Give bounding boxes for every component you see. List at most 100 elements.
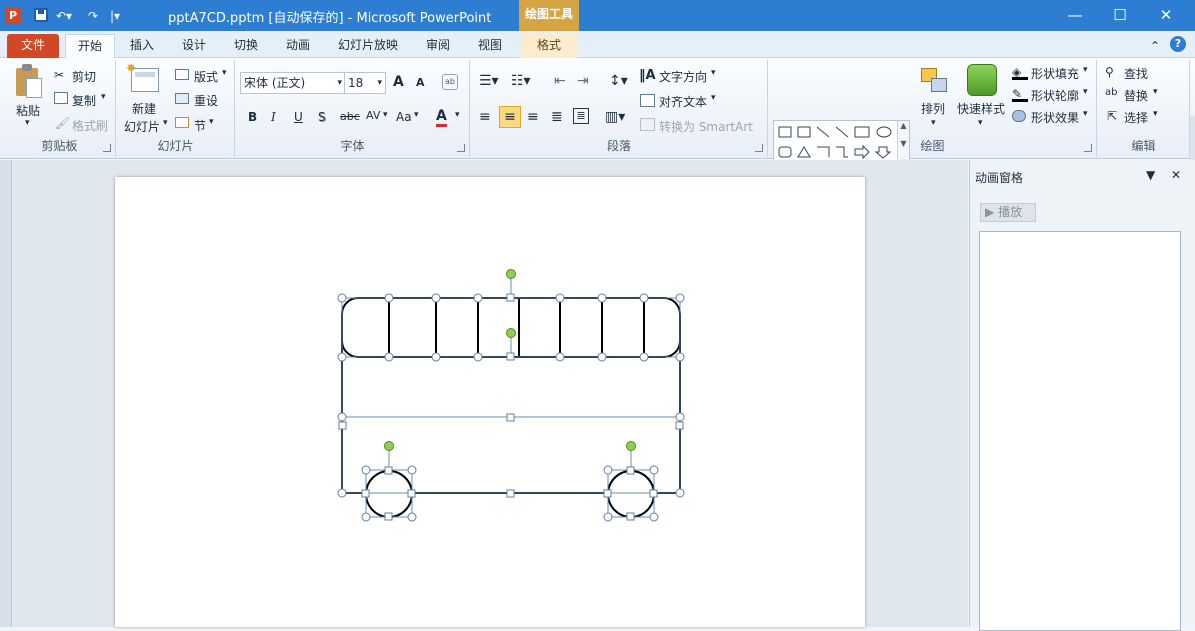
pane-options-icon[interactable]: ▼	[1146, 168, 1155, 182]
arrange-button[interactable]: 排列	[921, 100, 945, 117]
find-button[interactable]: 查找	[1124, 65, 1148, 82]
select-button[interactable]: 选择	[1124, 109, 1148, 126]
paste-dropdown[interactable]: ▾	[25, 118, 30, 128]
text-direction-dropdown[interactable]: ▾	[711, 68, 716, 78]
decrease-indent-icon[interactable]: ⇤	[554, 74, 566, 88]
section-dropdown[interactable]: ▾	[209, 117, 214, 127]
format-painter-button[interactable]: 格式刷	[72, 117, 108, 134]
pane-close-icon[interactable]: ✕	[1171, 168, 1181, 182]
tab-slideshow[interactable]: 幻灯片放映	[332, 34, 404, 58]
new-slide-label-1[interactable]: 新建	[132, 100, 156, 117]
tab-design[interactable]: 设计	[176, 34, 212, 58]
shrink-font-button[interactable]: A	[416, 76, 425, 89]
increase-indent-icon[interactable]: ⇥	[577, 74, 589, 88]
font-launcher-icon[interactable]	[457, 144, 465, 152]
font-color-button[interactable]: A	[436, 108, 447, 127]
shape-effects-dropdown[interactable]: ▾	[1083, 109, 1088, 119]
new-slide-dropdown[interactable]: ▾	[163, 118, 168, 128]
slide-thumbnails-pane[interactable]	[0, 160, 12, 627]
undo-icon[interactable]: ↶▾	[56, 6, 72, 26]
arrange-dropdown[interactable]: ▾	[931, 118, 936, 128]
drawing-launcher-icon[interactable]	[1084, 144, 1092, 152]
section-button[interactable]: 节	[194, 117, 206, 134]
grow-font-button[interactable]: A	[393, 74, 404, 90]
help-icon[interactable]: ?	[1170, 36, 1186, 52]
replace-dropdown[interactable]: ▾	[1153, 87, 1158, 97]
shape-effects-button[interactable]: 形状效果	[1031, 109, 1079, 126]
close-button[interactable]: ✕	[1151, 5, 1181, 25]
align-text-dropdown[interactable]: ▾	[711, 93, 716, 103]
change-case-button[interactable]: Aa	[396, 110, 412, 124]
paste-button[interactable]: 粘贴	[16, 102, 40, 119]
align-right-icon[interactable]: ≡	[527, 110, 539, 124]
paragraph-launcher-icon[interactable]	[755, 144, 763, 152]
shape-outline-dropdown[interactable]: ▾	[1083, 87, 1088, 97]
quick-styles-icon[interactable]	[967, 64, 997, 96]
tab-review[interactable]: 审阅	[420, 34, 456, 58]
smartart-button[interactable]: 转换为 SmartArt	[659, 118, 753, 135]
cut-button[interactable]: 剪切	[72, 68, 96, 85]
customize-qat-icon[interactable]: |▾	[110, 6, 120, 26]
align-text-button[interactable]: 对齐文本	[659, 93, 707, 110]
left-wheel-shape[interactable]	[365, 470, 413, 518]
shape-fill-button[interactable]: 形状填充	[1031, 65, 1079, 82]
select-dropdown[interactable]: ▾	[1153, 109, 1158, 119]
tab-home[interactable]: 开始	[65, 34, 115, 58]
tab-transitions[interactable]: 切换	[228, 34, 264, 58]
spacing-dropdown-icon[interactable]: ▾	[383, 110, 388, 120]
slide-canvas[interactable]	[115, 177, 865, 627]
italic-button[interactable]: I	[271, 110, 276, 124]
reset-button[interactable]: 重设	[194, 92, 218, 109]
quick-styles-dropdown[interactable]: ▾	[978, 118, 983, 128]
font-color-dropdown-icon[interactable]: ▾	[455, 110, 460, 120]
maximize-button[interactable]: ☐	[1105, 5, 1135, 25]
shape-outline-button[interactable]: 形状轮廓	[1031, 87, 1079, 104]
copy-dropdown[interactable]: ▾	[101, 92, 106, 102]
animation-list[interactable]	[979, 231, 1181, 631]
tab-view[interactable]: 视图	[472, 34, 508, 58]
line-spacing-icon[interactable]: ↕▾	[609, 74, 628, 88]
paste-icon[interactable]	[14, 64, 42, 98]
shape-fill-dropdown[interactable]: ▾	[1083, 65, 1088, 75]
justify-icon[interactable]: ≣	[551, 110, 563, 124]
drawing-shapes[interactable]	[115, 177, 865, 627]
text-direction-button[interactable]: 文字方向	[659, 68, 707, 85]
shadow-button[interactable]: S	[318, 110, 326, 124]
tab-insert[interactable]: 插入	[124, 34, 160, 58]
tab-format[interactable]: 格式	[521, 34, 577, 58]
font-size-combo[interactable]: 18 ▾	[344, 72, 386, 94]
strikethrough-button[interactable]: abc	[340, 110, 360, 123]
clear-formatting-icon[interactable]: ab	[442, 74, 458, 90]
minimize-button[interactable]: —	[1060, 5, 1090, 25]
columns-icon[interactable]: ▥▾	[605, 110, 625, 124]
numbering-icon[interactable]: ☷▾	[511, 74, 531, 88]
bullets-icon[interactable]: ☰▾	[479, 74, 499, 88]
font-size-dropdown-icon[interactable]: ▾	[377, 73, 382, 93]
save-icon[interactable]	[34, 8, 48, 22]
arrange-icon[interactable]	[919, 66, 949, 96]
replace-button[interactable]: 替换	[1124, 87, 1148, 104]
copy-button[interactable]: 复制	[72, 92, 96, 109]
align-left-icon[interactable]: ≡	[479, 110, 491, 124]
align-center-icon[interactable]: ≡	[499, 106, 521, 128]
powerpoint-logo-icon[interactable]: P	[5, 8, 21, 24]
distributed-icon[interactable]: ≣	[573, 108, 589, 124]
new-slide-label-2[interactable]: 幻灯片	[124, 118, 160, 135]
bus-body-shape[interactable]	[341, 297, 681, 494]
layout-button[interactable]: 版式	[194, 68, 218, 85]
bold-button[interactable]: B	[248, 110, 257, 124]
underline-button[interactable]: U	[294, 110, 303, 124]
tab-file[interactable]: 文件	[7, 34, 59, 58]
font-name-combo[interactable]: 宋体 (正文) ▾	[240, 72, 346, 94]
right-wheel-shape[interactable]	[607, 470, 655, 518]
clipboard-launcher-icon[interactable]	[103, 144, 111, 152]
font-name-dropdown-icon[interactable]: ▾	[337, 73, 342, 93]
collapse-ribbon-icon[interactable]: ⌃	[1150, 39, 1160, 53]
new-slide-icon[interactable]: ✸	[126, 61, 159, 92]
quick-styles-button[interactable]: 快速样式	[957, 100, 1005, 117]
character-spacing-button[interactable]: AV	[366, 109, 380, 122]
case-dropdown-icon[interactable]: ▾	[414, 110, 419, 120]
layout-dropdown[interactable]: ▾	[222, 68, 227, 78]
tab-animations[interactable]: 动画	[280, 34, 316, 58]
redo-icon[interactable]: ↷	[88, 6, 98, 26]
